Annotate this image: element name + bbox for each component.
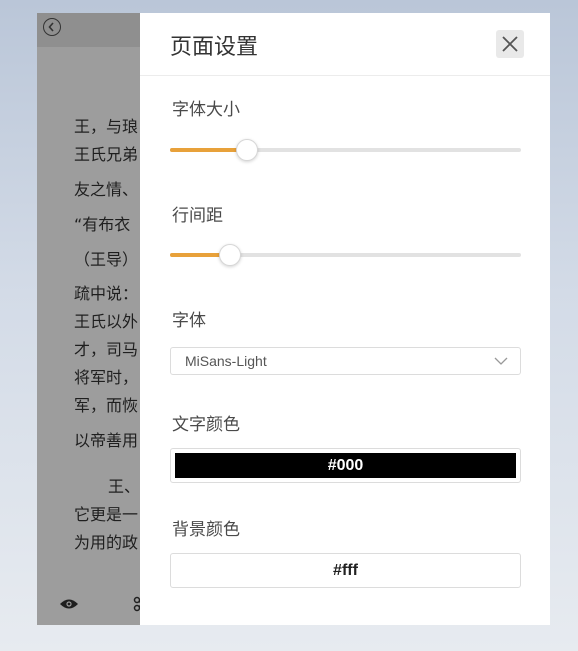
panel-header: 页面设置 xyxy=(140,13,550,76)
close-icon xyxy=(502,36,518,52)
text-color-picker[interactable]: #000 xyxy=(170,448,521,483)
text-line: 友之情、 xyxy=(74,180,139,199)
font-select[interactable]: MiSans-Light xyxy=(170,347,521,375)
text-line: “有布衣 xyxy=(74,215,131,234)
chevron-left-icon xyxy=(48,22,54,32)
text-line: 以帝善用 xyxy=(74,431,139,450)
eye-icon[interactable] xyxy=(59,598,79,610)
bg-color-label: 背景颜色 xyxy=(172,520,240,540)
close-button[interactable] xyxy=(496,30,524,58)
bg-color-value: #fff xyxy=(175,558,516,583)
back-button[interactable] xyxy=(43,18,61,36)
font-select-value: MiSans-Light xyxy=(185,353,267,369)
font-label: 字体 xyxy=(172,311,206,331)
font-size-slider[interactable] xyxy=(170,139,521,161)
text-line: 才，司马 xyxy=(74,340,139,359)
text-color-label: 文字颜色 xyxy=(172,415,240,435)
text-color-value: #000 xyxy=(175,453,516,478)
text-line: 疏中说： xyxy=(74,284,139,303)
text-line: 王、 xyxy=(108,477,141,496)
text-line: （王导） xyxy=(74,250,139,269)
slider-thumb[interactable] xyxy=(218,244,241,266)
slider-thumb[interactable] xyxy=(236,139,259,161)
line-spacing-label: 行间距 xyxy=(172,206,223,226)
text-line: 它更是一 xyxy=(74,505,139,524)
line-spacing-slider[interactable] xyxy=(170,244,521,266)
text-line: 王氏兄弟 xyxy=(74,145,139,164)
font-size-label: 字体大小 xyxy=(172,100,240,120)
text-line: 将军时， xyxy=(74,368,139,387)
bg-color-picker[interactable]: #fff xyxy=(170,553,521,588)
page-settings-panel: 页面设置 字体大小 行间距 字体 MiSans-Light 文字颜色 #000 … xyxy=(140,13,550,625)
text-line: 为用的政 xyxy=(74,533,139,552)
text-line: 王氏以外 xyxy=(74,312,139,331)
panel-title: 页面设置 xyxy=(170,35,259,60)
chevron-down-icon xyxy=(494,357,508,365)
text-line: 军，而恢 xyxy=(74,396,139,415)
text-line: 王，与琅 xyxy=(74,117,139,136)
